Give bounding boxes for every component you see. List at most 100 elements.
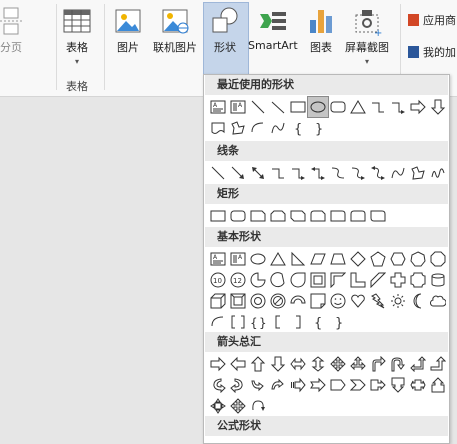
lightning-icon[interactable] [368,291,388,311]
chevron-icon[interactable] [348,375,368,395]
left-right-arrow-callout-icon[interactable] [408,375,428,395]
triangle-icon[interactable] [348,97,368,117]
curved-connector-icon[interactable] [328,163,348,183]
frame-icon[interactable] [308,270,328,290]
table-button[interactable]: 表格 ▾ [62,6,92,66]
trapezoid-icon[interactable] [328,249,348,269]
line-icon[interactable] [208,163,228,183]
curved-double-arrow-icon[interactable] [368,163,388,183]
curved-up-arrow-icon[interactable] [248,375,268,395]
right-arrow-icon[interactable] [408,97,428,117]
down-arrow-callout-icon[interactable] [388,375,408,395]
curve-icon[interactable] [268,118,288,138]
chord-icon[interactable] [268,270,288,290]
smartart-button[interactable]: SmartArt [248,6,298,52]
arc-icon[interactable] [208,312,228,332]
bevel-icon[interactable] [228,291,248,311]
vertical-text-box-icon[interactable]: A [228,97,248,117]
up-arrow-callout-icon[interactable] [428,375,448,395]
scribble-icon[interactable] [428,163,448,183]
donut-icon[interactable] [248,291,268,311]
up-arrow-icon[interactable] [248,354,268,374]
freeform-icon[interactable] [228,118,248,138]
l-shape-icon[interactable] [348,270,368,290]
no-symbol-icon[interactable] [268,291,288,311]
quad-arrow-callout-icon[interactable] [208,396,228,416]
left-brace-icon[interactable]: { [288,118,308,138]
teardrop-icon[interactable] [288,270,308,290]
cross-icon[interactable] [388,270,408,290]
freeform-icon[interactable] [408,163,428,183]
half-frame-icon[interactable] [328,270,348,290]
decagon-icon[interactable]: 10 [208,270,228,290]
cube-icon[interactable] [208,291,228,311]
line-diag-icon[interactable] [268,97,288,117]
curve-icon[interactable] [388,163,408,183]
elbow-arrow-icon[interactable] [388,97,408,117]
elbow-connector-icon[interactable] [268,163,288,183]
arc-icon[interactable] [248,118,268,138]
can-icon[interactable] [428,270,448,290]
cloud-icon[interactable] [428,291,448,311]
oval-icon[interactable] [307,96,329,118]
oval-icon[interactable] [248,249,268,269]
curved-right-arrow-icon[interactable] [208,375,228,395]
snip-diag-icon[interactable] [288,206,308,226]
curved-arrow-icon[interactable] [348,163,368,183]
right-brace-icon[interactable]: } [308,118,328,138]
left-up-arrow-icon[interactable] [408,354,428,374]
down-arrow-icon[interactable] [268,354,288,374]
double-arrow-line-icon[interactable] [248,163,268,183]
line-icon[interactable] [248,97,268,117]
left-arrow-icon[interactable] [228,354,248,374]
quad-arrow-alt-icon[interactable] [228,396,248,416]
up-down-arrow-icon[interactable] [308,354,328,374]
round-same-icon[interactable] [348,206,368,226]
snip-single-icon[interactable] [248,206,268,226]
snip-same-icon[interactable] [268,206,288,226]
right-arrow-callout-icon[interactable] [368,375,388,395]
sun-icon[interactable] [388,291,408,311]
elbow-arrow-icon[interactable] [288,163,308,183]
pentagon-icon[interactable] [368,249,388,269]
rectangle-icon[interactable] [288,97,308,117]
notched-right-arrow-icon[interactable] [308,375,328,395]
vertical-text-box-icon[interactable]: A [228,249,248,269]
pie-icon[interactable] [248,270,268,290]
double-brace-icon[interactable]: {} [248,312,268,332]
circular-arrow-icon[interactable] [248,396,268,416]
heart-icon[interactable] [348,291,368,311]
round-single-icon[interactable] [328,206,348,226]
elbow-double-arrow-icon[interactable] [308,163,328,183]
text-box-icon[interactable]: A [208,97,228,117]
screenshot-button[interactable]: + 屏幕截图 ▾ [345,6,389,66]
curved-left-arrow-icon[interactable] [228,375,248,395]
moon-icon[interactable] [408,291,428,311]
elbow-connector-icon[interactable] [368,97,388,117]
smiley-icon[interactable] [328,291,348,311]
rounded-rect-icon[interactable] [228,206,248,226]
right-bracket-icon[interactable] [288,312,308,332]
diamond-icon[interactable] [348,249,368,269]
app-store-button[interactable]: 应用商 [408,12,456,28]
picture-button[interactable]: 图片 [113,6,143,55]
heptagon-icon[interactable] [408,249,428,269]
text-box-icon[interactable]: A [208,249,228,269]
left-right-arrow-icon[interactable] [288,354,308,374]
rounded-rect-icon[interactable] [328,97,348,117]
rectangle-icon[interactable] [208,206,228,226]
block-arc-icon[interactable] [288,291,308,311]
quad-arrow-icon[interactable] [328,354,348,374]
left-right-up-arrow-icon[interactable] [348,354,368,374]
bent-arrow-icon[interactable] [368,354,388,374]
flowchart-doc-icon[interactable] [208,118,228,138]
folded-corner-icon[interactable] [308,291,328,311]
double-bracket-icon[interactable] [228,312,248,332]
down-arrow-icon[interactable] [428,97,448,117]
snip-round-icon[interactable] [308,206,328,226]
bent-up-arrow-icon[interactable] [428,354,448,374]
chart-button[interactable]: 图表 [306,6,336,55]
u-turn-arrow-icon[interactable] [388,354,408,374]
pentagon-arrow-icon[interactable] [328,375,348,395]
octagon-icon[interactable] [428,249,448,269]
